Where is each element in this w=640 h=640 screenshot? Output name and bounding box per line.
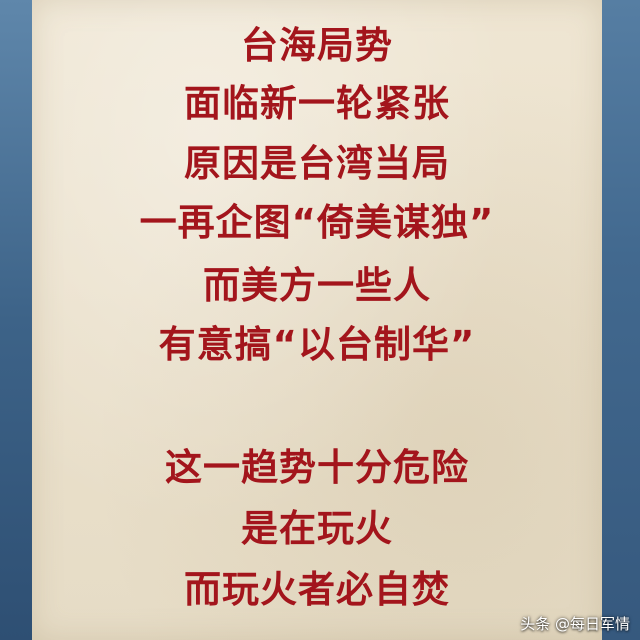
poem-line-3: 原因是台湾当局 <box>184 142 450 185</box>
left-blue-margin <box>0 0 32 640</box>
source-watermark: 头条 @每日军情 <box>520 615 630 633</box>
poem-line-2: 面临新一轮紧张 <box>184 82 450 125</box>
poem-line-8: 是在玩火 <box>241 507 393 550</box>
poem-line-4: 一再企图“倚美谋独” <box>139 201 495 244</box>
poem-line-6: 有意搞“以台制华” <box>158 323 476 366</box>
poem-line-7: 这一趋势十分危险 <box>165 446 469 489</box>
right-blue-margin <box>602 0 640 640</box>
poem-line-1: 台海局势 <box>241 24 393 67</box>
poem-line-9: 而玩火者必自焚 <box>184 568 450 611</box>
parchment-card: 台海局势 面临新一轮紧张 原因是台湾当局 一再企图“倚美谋独” 而美方一些人 有… <box>32 0 602 640</box>
poem-line-5: 而美方一些人 <box>203 264 431 307</box>
